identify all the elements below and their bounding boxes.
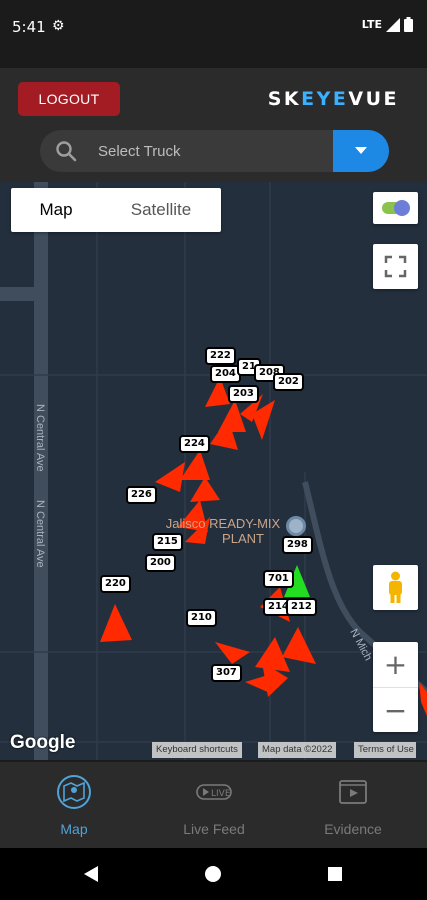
fullscreen-icon (384, 255, 407, 278)
toggle-knob (394, 200, 410, 216)
truck-label[interactable]: 212 (286, 598, 317, 616)
zoom-control: + − (373, 642, 418, 732)
select-truck-input[interactable] (98, 130, 328, 172)
brand-text-1: SK (267, 88, 302, 110)
nav-item-map[interactable]: Map (14, 772, 134, 837)
truck-dropdown-button[interactable] (333, 130, 389, 172)
truck-label[interactable]: 701 (263, 570, 294, 588)
status-indicators: LTE (362, 17, 413, 32)
zoom-out-button[interactable]: − (373, 687, 418, 732)
app-header: LOGOUT SKEYEVUE (0, 56, 427, 182)
terms-of-use-link[interactable]: Terms of Use (354, 742, 416, 758)
logout-button[interactable]: LOGOUT (18, 82, 120, 116)
tab-map[interactable]: Map (11, 188, 101, 232)
fullscreen-button[interactable] (373, 244, 418, 289)
truck-label[interactable]: 307 (211, 664, 242, 682)
evidence-icon (339, 780, 367, 804)
truck-label[interactable]: 210 (186, 609, 217, 627)
truck-label[interactable]: 224 (179, 435, 210, 453)
map-icon (57, 775, 91, 809)
nav-label-evidence: Evidence (324, 821, 382, 837)
nav-label-map: Map (60, 821, 88, 837)
road-label: N Central Ave (34, 500, 46, 568)
tab-satellite[interactable]: Satellite (101, 188, 221, 232)
truck-label[interactable]: 222 (205, 347, 236, 365)
chevron-down-icon (355, 147, 367, 154)
home-icon[interactable] (205, 866, 221, 882)
keyboard-shortcuts-link[interactable]: Keyboard shortcuts (152, 742, 242, 758)
truck-label[interactable]: 203 (228, 385, 259, 403)
truck-label[interactable]: 220 (100, 575, 131, 593)
android-navigation-bar (0, 848, 427, 900)
live-feed-icon: LIVE (196, 784, 232, 800)
truck-label[interactable]: 226 (126, 486, 157, 504)
search-icon (56, 141, 77, 162)
nav-label-live-feed: Live Feed (183, 821, 245, 837)
brand-text-2: EYE (301, 88, 349, 110)
nav-item-live-feed[interactable]: LIVE Live Feed (154, 772, 274, 837)
bottom-navigation: Map LIVE Live Feed Evidence (0, 760, 427, 848)
brand-logo: SKEYEVUE (268, 88, 399, 110)
network-type: LTE (361, 18, 382, 31)
signal-icon (386, 17, 400, 32)
map-type-control: Map Satellite (11, 188, 221, 232)
truck-label[interactable]: 298 (282, 536, 313, 554)
zoom-in-button[interactable]: + (373, 642, 418, 687)
google-logo: Google (10, 732, 76, 753)
poi-marker-icon[interactable] (286, 516, 306, 536)
pegman-icon (389, 571, 402, 603)
battery-icon (404, 17, 413, 32)
truck-search-bar (40, 130, 389, 172)
back-icon[interactable] (84, 866, 98, 882)
poi-name-line1: Jalisco READY-MIX (165, 516, 281, 531)
recents-icon[interactable] (328, 867, 342, 881)
status-time: 5:41 (12, 18, 46, 36)
settings-gear-icon: ⚙ (52, 17, 65, 33)
layer-toggle-button[interactable] (373, 192, 418, 224)
street-view-button[interactable] (373, 565, 418, 610)
road-label: N Central Ave (34, 404, 46, 472)
truck-label[interactable]: 202 (273, 373, 304, 391)
brand-text-3: VUE (348, 88, 399, 110)
truck-label[interactable]: 200 (145, 554, 176, 572)
map-data-attribution: Map data ©2022 (258, 742, 337, 758)
truck-label[interactable]: 215 (152, 533, 183, 551)
nav-item-evidence[interactable]: Evidence (293, 772, 413, 837)
map-view[interactable]: N Central Ave N Central Ave N Mich Jalis… (0, 182, 427, 760)
status-bar: 5:41 ⚙ LTE (0, 0, 427, 56)
svg-text:LIVE: LIVE (211, 789, 231, 799)
